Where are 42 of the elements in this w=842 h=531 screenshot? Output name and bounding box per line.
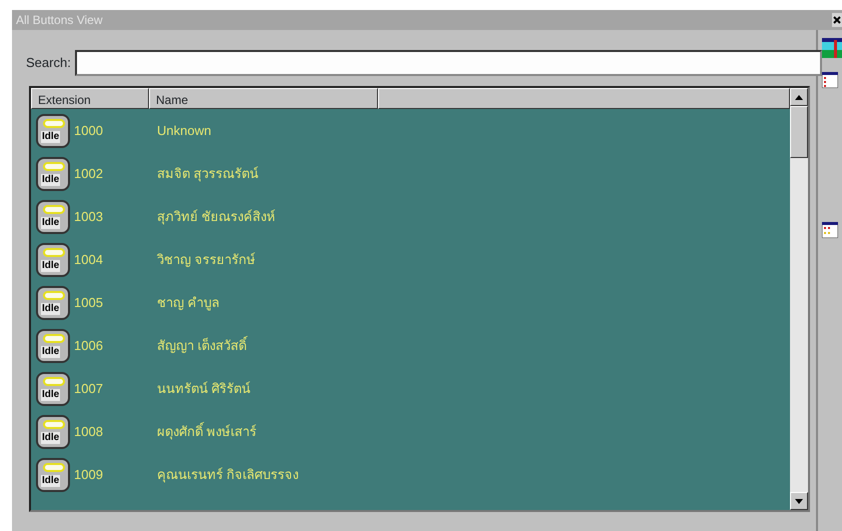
phone-status-icon[interactable]: Idle	[36, 114, 70, 148]
search-label: Search:	[26, 54, 71, 72]
column-header[interactable]: Name	[149, 88, 378, 109]
close-icon	[833, 16, 841, 24]
contact-name: สัญญา เต็งสวัสดิ์	[156, 336, 247, 355]
phone-status-icon[interactable]: Idle	[36, 372, 70, 406]
column-header[interactable]: Extension	[31, 88, 149, 109]
toolbar-icon[interactable]	[822, 38, 842, 58]
contact-name: ชาญ คำบูล	[156, 294, 220, 312]
extension-number: 1004	[74, 250, 103, 269]
phone-status-icon[interactable]: Idle	[36, 200, 70, 234]
phone-status-icon[interactable]: Idle	[36, 458, 70, 492]
extension-number: 1003	[74, 208, 103, 226]
search-field[interactable]	[74, 50, 822, 76]
contact-name: Unknown	[156, 122, 212, 140]
extension-number: 1002	[74, 164, 103, 183]
contact-name: คุณนเรนทร์ กิจเลิศบรรจง	[156, 466, 299, 484]
close-button[interactable]	[832, 13, 842, 27]
phone-status-icon[interactable]: Idle	[36, 414, 70, 448]
scroll-up-icon[interactable]	[795, 94, 803, 100]
phone-status-icon[interactable]: Idle	[36, 156, 70, 190]
column-header[interactable]	[378, 88, 790, 109]
extension-number: 1000	[74, 122, 103, 140]
scrollbar[interactable]	[790, 88, 808, 510]
phone-status-icon[interactable]: Idle	[36, 328, 70, 362]
contact-name: สุภวิทย์ ชัยณรงค์สิงห์	[156, 208, 276, 226]
scroll-thumb[interactable]	[790, 106, 808, 158]
extension-number: 1007	[74, 380, 103, 398]
extension-number: 1009	[74, 466, 103, 484]
contact-name: นนทรัตน์ ศิริรัตน์	[156, 380, 251, 398]
grid-icon[interactable]	[822, 72, 838, 88]
window-title: All Buttons View	[16, 12, 102, 29]
contact-name: สมจิต สุวรรณรัตน์	[156, 164, 259, 184]
extension-number: 1006	[74, 336, 103, 355]
contact-name: ผดุงศักดิ์ พงษ์เสาร์	[156, 422, 257, 442]
phone-status-icon[interactable]: Idle	[36, 286, 70, 320]
grid-icon[interactable]	[822, 222, 838, 238]
scroll-down-icon[interactable]	[795, 498, 803, 504]
extension-number: 1005	[74, 294, 103, 312]
phone-status-icon[interactable]: Idle	[36, 242, 70, 276]
extension-number: 1008	[74, 422, 103, 441]
contact-name: วิชาญ จรรยารักษ์	[156, 250, 256, 269]
